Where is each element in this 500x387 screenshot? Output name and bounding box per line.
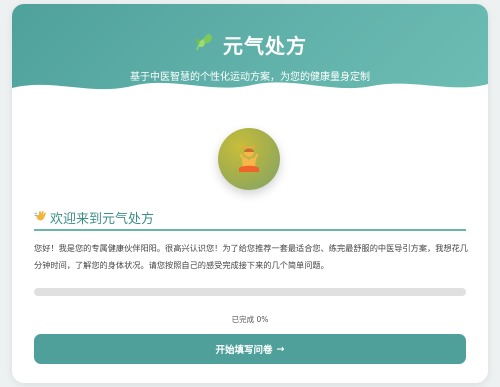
waving-hand-icon [34,209,48,227]
app-title-row: 元气处方 [12,30,488,59]
welcome-title-row: 欢迎来到元气处方 [34,208,154,227]
welcome-title: 欢迎来到元气处方 [50,212,155,227]
progress-bar [34,288,466,296]
arrow-right-icon: → [276,343,285,355]
welcome-text: 您好！我是您的专属健康伙伴阳阳。很高兴认识您！为了给您推荐一套最适合您、练完最舒… [34,243,468,270]
section-divider [34,229,466,231]
app-subtitle: 基于中医智慧的个性化运动方案，为您的健康量身定制 [130,72,370,83]
main-card: 元气处方 基于中医智慧的个性化运动方案，为您的健康量身定制 欢迎来到元气处方 您… [12,4,488,383]
avatar [218,128,280,190]
start-button-label: 开始填写问卷 [215,345,273,356]
leaf-icon [193,31,215,58]
app-title: 元气处方 [223,34,307,58]
meditating-person-icon [239,144,259,172]
progress-label: 已完成 0% [231,315,269,324]
start-questionnaire-button[interactable]: 开始填写问卷 → [34,334,466,364]
